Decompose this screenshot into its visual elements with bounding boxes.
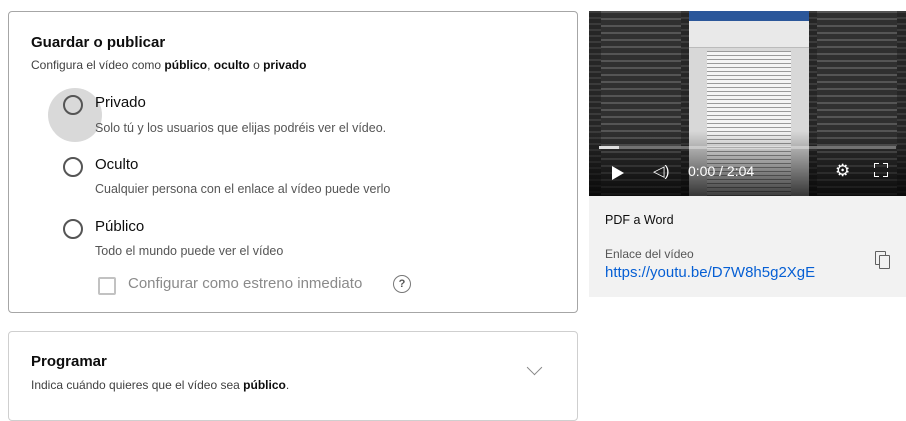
- option-private-description: Solo tú y los usuarios que elijas podréi…: [95, 121, 387, 135]
- radio-private[interactable]: [63, 95, 83, 115]
- schedule-subtitle: Indica cuándo quieres que el vídeo sea p…: [31, 378, 290, 392]
- progress-bar[interactable]: [599, 146, 896, 149]
- radio-unlisted[interactable]: [63, 157, 83, 177]
- schedule-title: Programar: [31, 353, 107, 370]
- premiere-checkbox[interactable]: [98, 277, 116, 295]
- video-link-label: Enlace del vídeo: [605, 247, 694, 261]
- save-publish-title: Guardar o publicar: [31, 34, 166, 51]
- option-private-label[interactable]: Privado: [95, 94, 146, 111]
- video-player[interactable]: ◁) 0:00 / 2:04 ⚙: [589, 11, 906, 196]
- video-side-panel: ◁) 0:00 / 2:04 ⚙ PDF a Word Enlace del v…: [589, 11, 906, 297]
- settings-icon[interactable]: ⚙: [835, 161, 850, 181]
- option-unlisted-description: Cualquier persona con el enlace al vídeo…: [95, 182, 391, 196]
- save-publish-card: Guardar o publicar Configura el vídeo co…: [8, 11, 578, 313]
- radio-public[interactable]: [63, 219, 83, 239]
- option-public-label[interactable]: Público: [95, 218, 144, 235]
- word-title-bar: [689, 11, 809, 21]
- option-unlisted-label[interactable]: Oculto: [95, 156, 138, 173]
- time-display: 0:00 / 2:04: [688, 163, 755, 179]
- play-icon[interactable]: [612, 166, 624, 180]
- help-icon[interactable]: ?: [393, 275, 411, 293]
- progress-fill: [599, 146, 619, 149]
- copy-icon[interactable]: [875, 251, 890, 269]
- video-link[interactable]: https://youtu.be/D7W8h5g2XgE: [605, 264, 815, 281]
- chevron-down-icon[interactable]: [526, 359, 543, 376]
- volume-icon[interactable]: ◁): [653, 162, 670, 180]
- option-public-description: Todo el mundo puede ver el vídeo: [95, 244, 284, 258]
- save-publish-subtitle: Configura el vídeo como público, oculto …: [31, 58, 307, 72]
- word-ribbon: [689, 21, 809, 48]
- premiere-label[interactable]: Configurar como estreno inmediato: [128, 275, 362, 292]
- video-title: PDF a Word: [605, 213, 674, 227]
- fullscreen-icon[interactable]: [874, 163, 888, 177]
